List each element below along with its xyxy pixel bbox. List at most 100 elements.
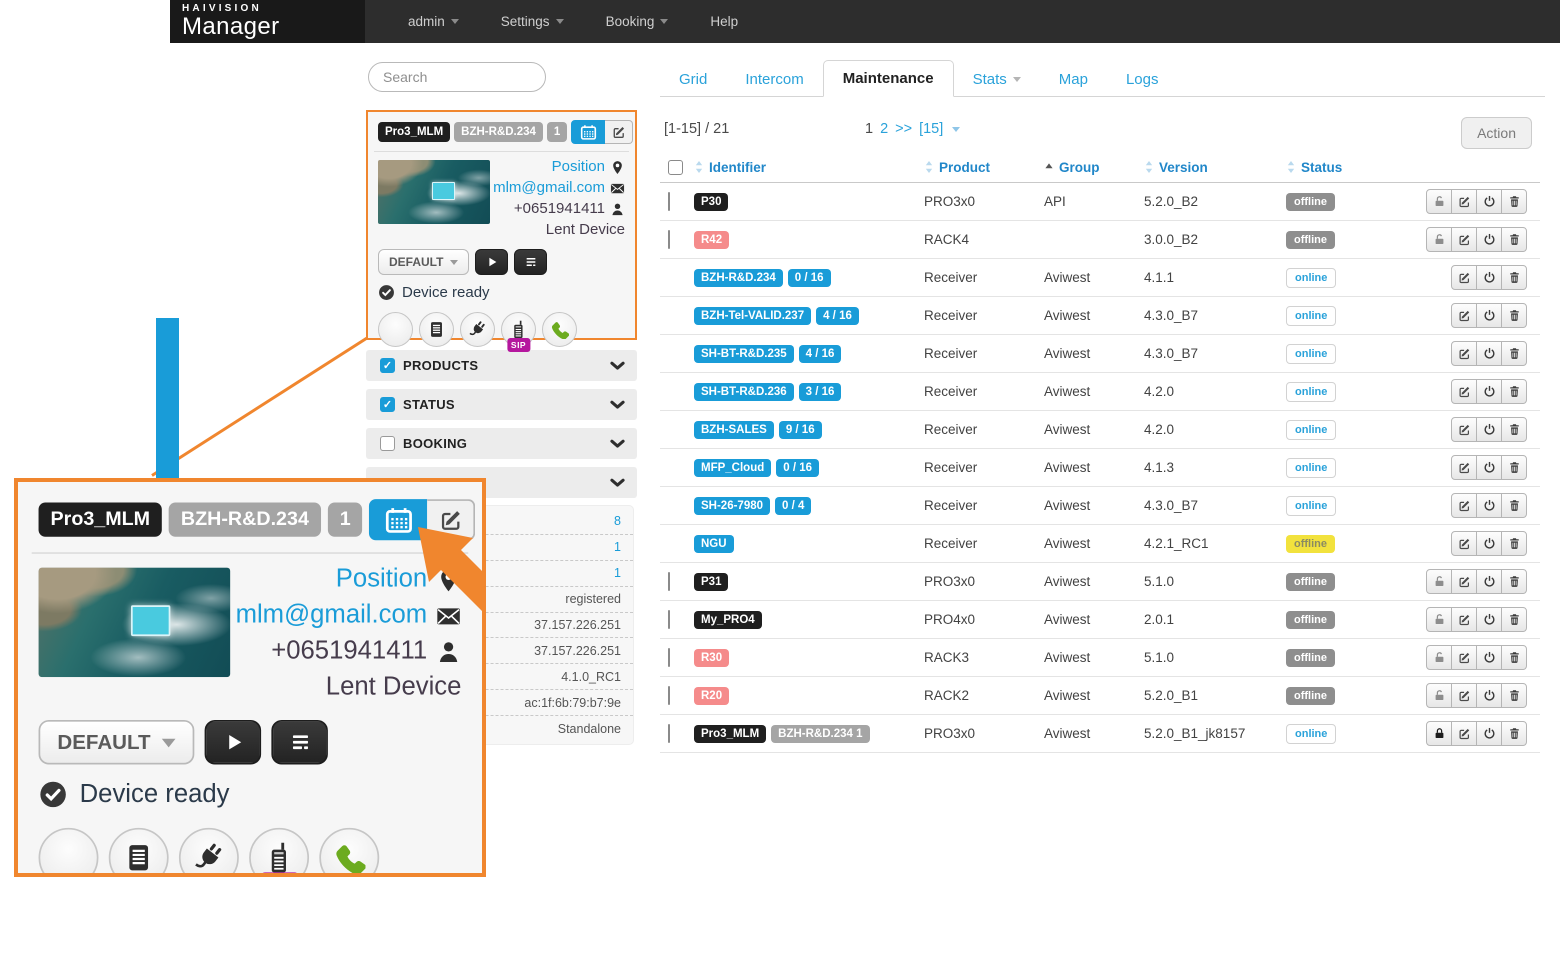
chevron-down-icon[interactable] <box>610 478 625 488</box>
identifier-badge[interactable]: SH-BT-R&D.235 <box>694 345 794 363</box>
delete-button[interactable] <box>1501 645 1527 670</box>
delete-button[interactable] <box>1501 493 1527 518</box>
play-button[interactable] <box>205 720 261 765</box>
chevron-down-icon[interactable] <box>610 439 625 449</box>
reboot-button[interactable] <box>1476 417 1502 442</box>
identifier-badge[interactable]: My_PRO4 <box>694 611 762 629</box>
edit-button[interactable] <box>1451 607 1477 632</box>
edit-button[interactable] <box>1451 531 1477 556</box>
tab-map[interactable]: Map <box>1040 62 1107 97</box>
tab-logs[interactable]: Logs <box>1107 62 1178 97</box>
reboot-button[interactable] <box>1476 569 1502 594</box>
nav-item-help[interactable]: Help <box>689 0 759 43</box>
delete-button[interactable] <box>1501 265 1527 290</box>
queue-button[interactable] <box>514 249 547 275</box>
chevron-down-icon[interactable] <box>610 400 625 410</box>
row-checkbox[interactable] <box>668 572 670 591</box>
sort-ascending-icon[interactable] <box>1044 160 1054 174</box>
search-input[interactable] <box>368 62 546 92</box>
unlock-button[interactable] <box>1426 683 1452 708</box>
identifier-badge[interactable]: SH-26-7980 <box>694 497 770 515</box>
identifier-badge[interactable]: R30 <box>694 649 729 667</box>
brand-logo[interactable]: HAIVISION Manager <box>170 0 365 43</box>
identifier-badge[interactable]: SH-BT-R&D.236 <box>694 383 794 401</box>
nav-item-settings[interactable]: Settings <box>480 0 585 43</box>
tab-intercom[interactable]: Intercom <box>726 62 822 97</box>
intercom-radio-icon[interactable]: SIP <box>249 828 309 877</box>
intercom-radio-icon[interactable]: SIP <box>501 312 536 347</box>
edit-button[interactable] <box>1451 645 1477 670</box>
delete-button[interactable] <box>1501 417 1527 442</box>
edit-button[interactable] <box>1451 379 1477 404</box>
column-header-version[interactable]: Version <box>1144 160 1286 175</box>
empty-status-icon[interactable] <box>39 828 99 877</box>
edit-button[interactable] <box>1451 227 1477 252</box>
unlock-button[interactable] <box>1426 569 1452 594</box>
logs-document-icon[interactable] <box>109 828 169 877</box>
reboot-button[interactable] <box>1476 265 1502 290</box>
logs-document-icon[interactable] <box>419 312 454 347</box>
device-name-badge[interactable]: Pro3_MLM <box>378 122 450 142</box>
page-link[interactable]: >> <box>895 121 912 137</box>
reboot-button[interactable] <box>1476 227 1502 252</box>
column-header-status[interactable]: Status <box>1286 160 1416 175</box>
edit-button[interactable] <box>1451 493 1477 518</box>
tab-grid[interactable]: Grid <box>660 62 726 97</box>
chevron-down-icon[interactable] <box>610 361 625 371</box>
identifier-badge[interactable]: MFP_Cloud <box>694 459 771 477</box>
unlock-button[interactable] <box>1426 227 1452 252</box>
select-all-checkbox[interactable] <box>668 160 683 175</box>
edit-button[interactable] <box>1451 189 1477 214</box>
delete-button[interactable] <box>1501 379 1527 404</box>
reboot-button[interactable] <box>1476 607 1502 632</box>
unlock-button[interactable] <box>1426 189 1452 214</box>
identifier-badge[interactable]: BZH-R&D.234 1 <box>771 725 869 743</box>
delete-button[interactable] <box>1501 531 1527 556</box>
identifier-badge[interactable]: BZH-R&D.234 <box>694 269 783 287</box>
sort-icon[interactable] <box>1286 160 1296 174</box>
device-group-badge[interactable]: BZH-R&D.234 <box>454 122 543 142</box>
reboot-button[interactable] <box>1476 189 1502 214</box>
device-group-badge[interactable]: BZH-R&D.234 <box>169 503 321 537</box>
identifier-badge[interactable]: Pro3_MLM <box>694 725 766 743</box>
reboot-button[interactable] <box>1476 531 1502 556</box>
chevron-down-icon[interactable] <box>610 478 625 488</box>
filter-checkbox[interactable]: ✓ <box>380 358 395 373</box>
channel-count-badge[interactable]: 4 / 16 <box>816 307 859 325</box>
sort-icon[interactable] <box>924 160 934 174</box>
tab-stats[interactable]: Stats <box>954 62 1040 97</box>
filter-section-booking[interactable]: BOOKING <box>366 428 637 459</box>
delete-button[interactable] <box>1501 341 1527 366</box>
filter-checkbox[interactable]: ✓ <box>380 397 395 412</box>
preset-dropdown[interactable]: DEFAULT <box>39 720 196 765</box>
caret-down-icon[interactable] <box>952 127 960 132</box>
column-header-group[interactable]: Group <box>1044 160 1144 175</box>
reboot-button[interactable] <box>1476 683 1502 708</box>
delete-button[interactable] <box>1501 683 1527 708</box>
unlock-button[interactable] <box>1426 607 1452 632</box>
power-plug-icon[interactable] <box>179 828 239 877</box>
nav-item-booking[interactable]: Booking <box>585 0 690 43</box>
edit-button[interactable] <box>1451 683 1477 708</box>
edit-button[interactable] <box>1451 265 1477 290</box>
identifier-badge[interactable]: R20 <box>694 687 729 705</box>
action-button[interactable]: Action <box>1461 117 1532 149</box>
queue-button[interactable] <box>272 720 328 765</box>
reboot-button[interactable] <box>1476 379 1502 404</box>
sort-icon[interactable] <box>1144 160 1154 174</box>
empty-status-icon[interactable] <box>378 312 413 347</box>
channel-count-badge[interactable]: 0 / 4 <box>775 497 811 515</box>
identifier-badge[interactable]: P31 <box>694 573 728 591</box>
play-button[interactable] <box>475 249 508 275</box>
delete-button[interactable] <box>1501 569 1527 594</box>
channel-count-badge[interactable]: 9 / 16 <box>779 421 822 439</box>
identifier-badge[interactable]: P30 <box>694 193 728 211</box>
edit-button[interactable] <box>1451 417 1477 442</box>
phone-call-icon[interactable] <box>319 828 379 877</box>
filter-section-products[interactable]: ✓PRODUCTS <box>366 350 637 381</box>
edit-device-button[interactable] <box>605 120 633 144</box>
page-link[interactable]: [15] <box>919 121 943 137</box>
tab-maintenance[interactable]: Maintenance <box>823 60 954 97</box>
delete-button[interactable] <box>1501 189 1527 214</box>
edit-button[interactable] <box>1451 303 1477 328</box>
